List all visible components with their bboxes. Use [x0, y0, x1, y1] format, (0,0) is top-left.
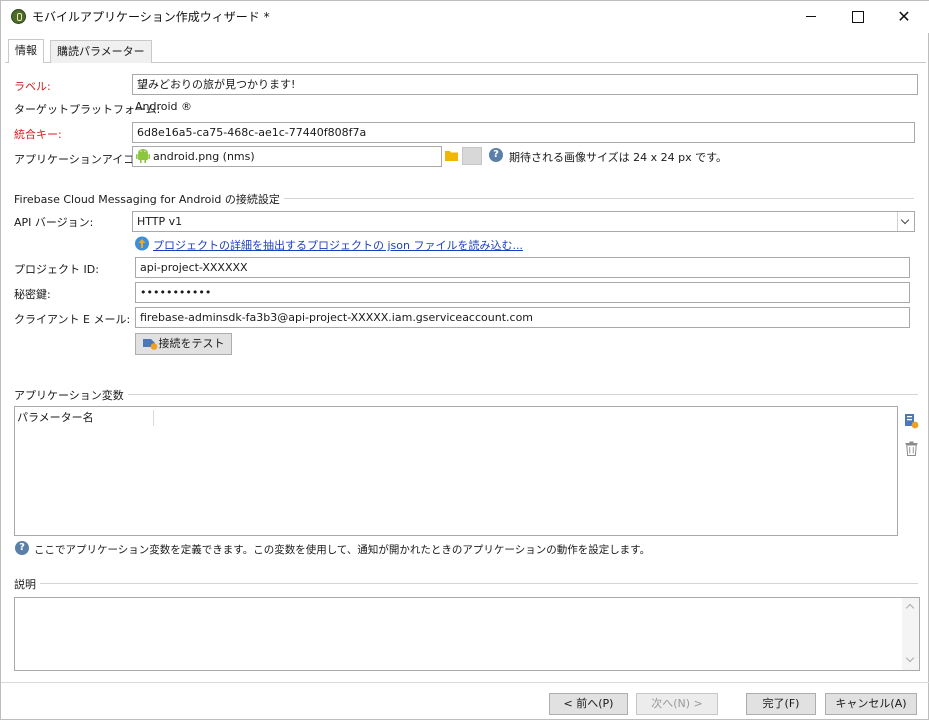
variables-table[interactable]: パラメーター名 — [14, 406, 898, 536]
variables-hint: ここでアプリケーション変数を定義できます。この変数を使用して、通知が開かれたとき… — [34, 544, 651, 556]
secret-key-caption: 秘密鍵: — [14, 288, 51, 301]
load-json-link[interactable]: プロジェクトの詳細を抽出するプロジェクトの json ファイルを読み込む... — [153, 237, 523, 253]
app-icon — [11, 9, 26, 24]
description-section-title: 説明 — [14, 576, 40, 592]
android-icon — [136, 149, 150, 163]
chevron-down-icon — [897, 212, 914, 231]
title-bar: モバイルアプリケーション作成ウィザード * ✕ — [1, 1, 929, 33]
minimize-button[interactable] — [788, 1, 834, 32]
prev-button[interactable]: < 前へ(P) — [549, 693, 628, 715]
app-icon-value: android.png (nms) — [153, 150, 255, 163]
client-email-caption: クライアント E メール: — [14, 313, 131, 326]
description-textarea[interactable] — [14, 597, 920, 671]
close-button[interactable]: ✕ — [881, 1, 927, 32]
tab-subscription-parameters[interactable]: 購読パラメーター — [50, 40, 152, 63]
wizard-window: モバイルアプリケーション作成ウィザード * ✕ 情報 購読パラメーター ラベル:… — [0, 0, 929, 720]
finish-button[interactable]: 完了(F) — [746, 693, 816, 715]
fcm-section-title: Firebase Cloud Messaging for Android の接続… — [14, 191, 284, 207]
column-separator — [153, 410, 154, 426]
add-variable-icon[interactable] — [904, 413, 919, 429]
tab-info[interactable]: 情報 — [8, 39, 44, 63]
icon-size-hint: 期待される画像サイズは 24 x 24 px です。 — [509, 151, 728, 164]
description-section-line — [14, 583, 918, 584]
maximize-button[interactable] — [834, 1, 880, 32]
label-caption: ラベル: — [14, 80, 51, 93]
integration-key-input[interactable]: 6d8e16a5-ca75-468c-ae1c-77440f808f7a — [132, 122, 915, 143]
label-input[interactable]: 望みどおりの旅が見つかります! — [132, 74, 918, 95]
next-button[interactable]: 次へ(N) > — [636, 693, 718, 715]
test-connection-icon — [143, 339, 158, 350]
key-caption: 統合キー: — [14, 128, 62, 141]
api-version-value: HTTP v1 — [137, 215, 183, 228]
trash-icon[interactable] — [905, 441, 918, 456]
scroll-down-icon[interactable] — [902, 653, 919, 670]
clear-icon-button[interactable] — [462, 147, 482, 165]
project-id-caption: プロジェクト ID: — [14, 263, 99, 276]
help-icon: ? — [489, 148, 503, 162]
description-value — [15, 598, 919, 604]
variables-help-icon: ? — [15, 541, 29, 555]
test-connection-label: 接続をテスト — [158, 337, 225, 350]
platform-value: Android ® — [135, 100, 193, 113]
icon-caption: アプリケーションアイコン: — [14, 153, 149, 166]
upload-icon — [135, 236, 149, 251]
footer-divider — [1, 682, 929, 683]
window-title: モバイルアプリケーション作成ウィザード * — [32, 10, 270, 24]
folder-icon[interactable] — [445, 149, 459, 162]
app-icon-input[interactable]: android.png (nms) — [132, 146, 442, 167]
table-column-header[interactable]: パラメーター名 — [15, 407, 94, 429]
description-scrollbar[interactable] — [902, 598, 919, 670]
api-version-select[interactable]: HTTP v1 — [132, 211, 915, 232]
secret-key-input[interactable]: ••••••••••• — [135, 282, 910, 303]
cancel-button[interactable]: キャンセル(A) — [825, 693, 917, 715]
project-id-input[interactable]: api-project-XXXXXX — [135, 257, 910, 278]
client-email-input[interactable]: firebase-adminsdk-fa3b3@api-project-XXXX… — [135, 307, 910, 328]
scroll-up-icon[interactable] — [902, 598, 919, 615]
api-version-caption: API バージョン: — [14, 216, 94, 229]
variables-section-line — [14, 394, 918, 395]
variables-section-title: アプリケーション変数 — [14, 387, 128, 403]
